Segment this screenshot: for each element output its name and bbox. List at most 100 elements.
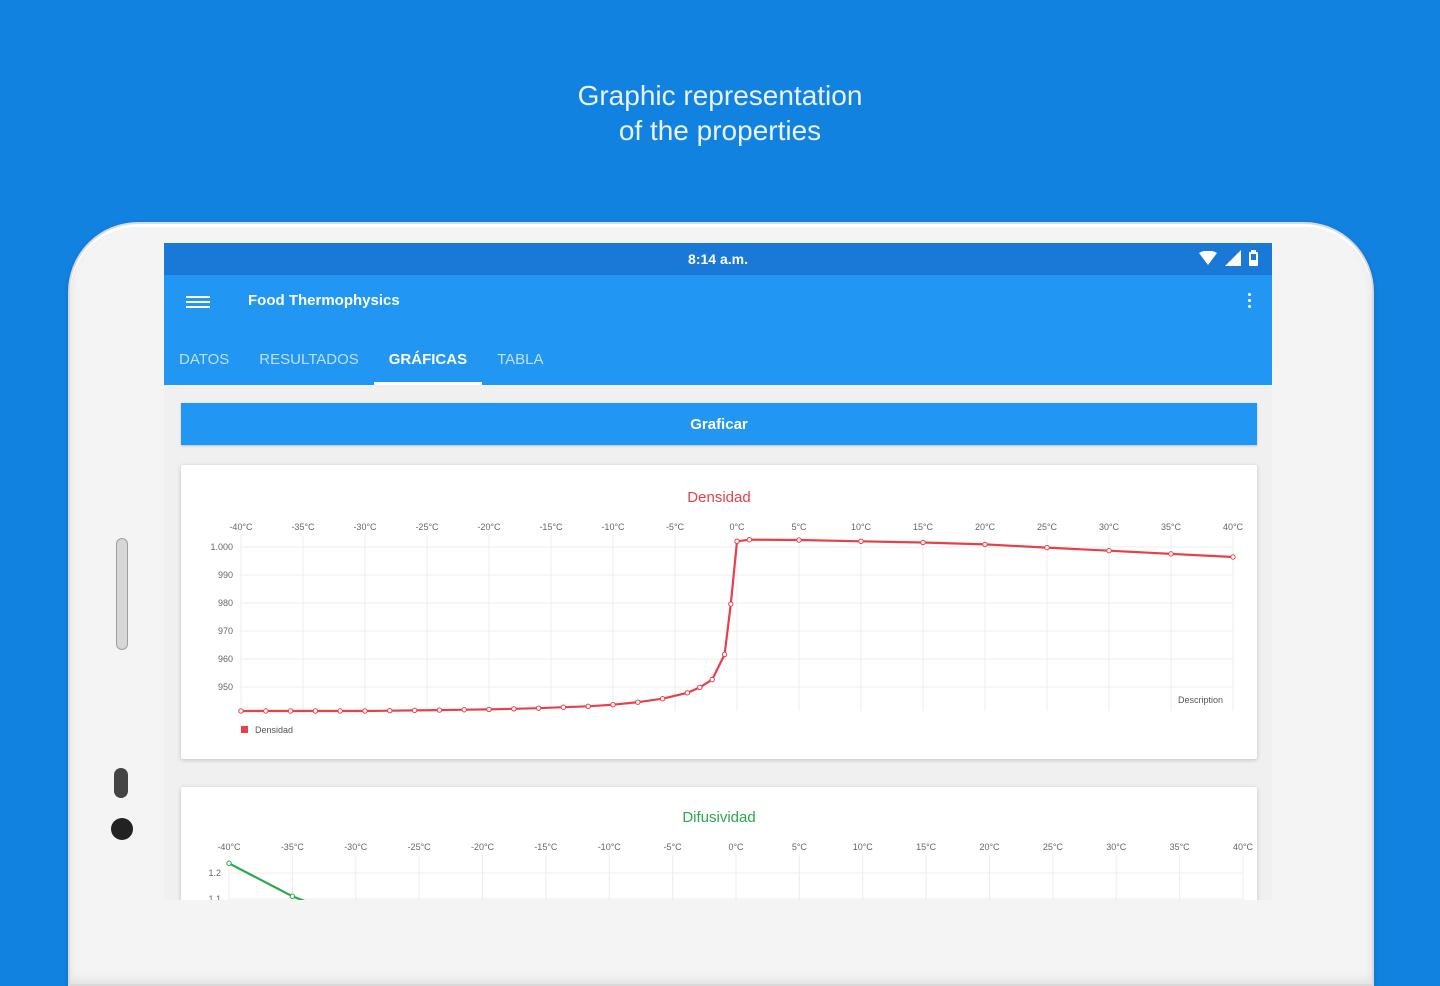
legend-swatch <box>241 726 248 733</box>
x-tick-label: -30°C <box>353 522 377 532</box>
app-screen: 8:14 a.m. Food Thermophysics DATOS RESUL… <box>164 243 1272 900</box>
data-point <box>721 651 728 658</box>
app-title: Food Thermophysics <box>248 292 400 309</box>
x-tick-label: -40°C <box>217 842 241 852</box>
data-point <box>746 537 753 543</box>
menu-icon[interactable] <box>186 293 210 313</box>
x-tick-label: 30°C <box>1106 842 1127 852</box>
x-tick-label: -10°C <box>598 842 622 852</box>
data-point <box>337 708 343 714</box>
tab-datos[interactable]: DATOS <box>164 345 244 385</box>
tab-tabla[interactable]: TABLA <box>482 345 558 385</box>
chart-description: Description <box>1178 695 1223 705</box>
data-point <box>226 860 232 866</box>
data-point <box>289 893 296 899</box>
x-tick-label: -10°C <box>601 522 625 532</box>
x-tick-label: 10°C <box>851 522 872 532</box>
series-line <box>228 862 305 900</box>
data-point <box>659 696 666 702</box>
x-tick-label: 0°C <box>728 842 744 852</box>
x-tick-label: -20°C <box>477 522 501 532</box>
sensor <box>114 768 128 798</box>
x-tick-label: 5°C <box>792 842 808 852</box>
chart-title: Difusividad <box>682 809 755 826</box>
data-point <box>1044 544 1050 551</box>
x-tick-label: -20°C <box>471 842 495 852</box>
promo-title: Graphic representation of the properties <box>0 78 1440 148</box>
x-tick-label: 0°C <box>729 522 745 532</box>
data-point <box>709 676 715 683</box>
data-point <box>796 537 802 543</box>
data-point <box>287 708 294 714</box>
x-tick-label: -25°C <box>415 522 439 532</box>
wifi-icon <box>1199 251 1217 265</box>
x-tick-label: 10°C <box>853 842 874 852</box>
data-point <box>728 601 734 607</box>
graficar-button[interactable]: Graficar <box>181 403 1257 445</box>
y-tick-label: 1.000 <box>210 542 233 552</box>
status-bar: 8:14 a.m. <box>164 243 1272 275</box>
status-icons <box>1199 250 1258 266</box>
x-tick-label: -35°C <box>291 522 315 532</box>
status-time: 8:14 a.m. <box>688 251 748 267</box>
volume-button <box>116 538 128 650</box>
x-tick-label: 15°C <box>913 522 934 532</box>
x-tick-label: -30°C <box>344 842 368 852</box>
data-point <box>920 539 926 546</box>
y-tick-label: 990 <box>218 570 233 580</box>
x-tick-label: 30°C <box>1099 522 1120 532</box>
y-tick-label: 960 <box>218 654 233 664</box>
data-point <box>535 705 542 711</box>
camera-icon <box>111 818 133 840</box>
x-tick-label: -15°C <box>534 842 558 852</box>
data-point <box>1168 551 1174 557</box>
data-point <box>734 538 740 544</box>
x-tick-label: 35°C <box>1170 842 1191 852</box>
x-tick-label: -40°C <box>229 522 253 532</box>
y-tick-label: 1.2 <box>208 868 221 878</box>
data-point <box>486 706 492 713</box>
data-point <box>436 707 443 713</box>
data-point <box>411 707 418 714</box>
tab-resultados[interactable]: RESULTADOS <box>244 345 373 385</box>
x-tick-label: 35°C <box>1161 522 1182 532</box>
y-tick-label: 950 <box>218 682 233 692</box>
density-chart: Densidad -40°C -35°C -30°C -25°C -20°C -15°C -1… <box>210 489 1243 735</box>
data-point <box>684 690 691 696</box>
signal-icon <box>1225 250 1241 266</box>
data-point <box>1230 554 1236 560</box>
x-tick-label: -25°C <box>408 842 432 852</box>
data-point <box>560 704 567 710</box>
x-tick-label: -35°C <box>281 842 305 852</box>
data-point <box>585 703 591 709</box>
y-tick-label: 1.1 <box>208 894 221 900</box>
data-point <box>312 708 319 714</box>
x-tick-label: 25°C <box>1037 522 1058 532</box>
data-point <box>387 707 393 714</box>
x-tick-label: -5°C <box>666 522 685 532</box>
x-tick-label: 5°C <box>791 522 807 532</box>
data-point <box>1106 548 1112 554</box>
x-tick-label: -5°C <box>664 842 683 852</box>
x-tick-label: 15°C <box>916 842 937 852</box>
diffusivity-chart: Difusividad -40°C -35°C -30°C -25°C -20°C -15°… <box>208 809 1254 900</box>
diffusivity-chart-card: Difusividad -40°C -35°C -30°C -25°C -20°C -15°… <box>181 787 1257 900</box>
promo-title-line2: of the properties <box>618 115 822 146</box>
data-point <box>238 708 244 714</box>
overflow-menu-icon[interactable] <box>1246 291 1252 313</box>
y-tick-label: 980 <box>218 598 233 608</box>
legend-label: Densidad <box>255 725 293 735</box>
data-point <box>982 541 988 548</box>
x-tick-label: 20°C <box>979 842 1000 852</box>
x-tick-label: 25°C <box>1043 842 1064 852</box>
y-tick-label: 970 <box>218 626 233 636</box>
app-bar: Food Thermophysics DATOS RESULTADOS GRÁF… <box>164 275 1272 385</box>
data-point <box>858 538 864 544</box>
tab-graficas[interactable]: GRÁFICAS <box>373 345 483 385</box>
density-chart-card: Densidad -40°C -35°C -30°C -25°C -20°C -15°C -1… <box>181 465 1257 759</box>
data-point <box>697 684 703 691</box>
data-point <box>461 707 467 713</box>
x-tick-label: 20°C <box>975 522 996 532</box>
x-tick-label: -15°C <box>539 522 563 532</box>
data-point <box>610 702 616 708</box>
